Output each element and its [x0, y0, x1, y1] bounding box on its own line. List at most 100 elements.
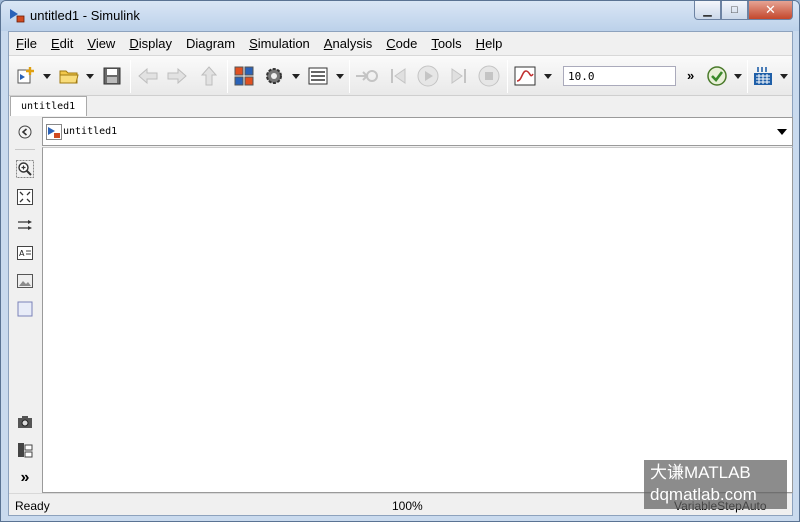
client-area: File Edit View Display Diagram Simulatio… — [8, 31, 793, 516]
model-advisor-dropdown[interactable] — [734, 74, 742, 79]
maximize-icon: □ — [731, 4, 738, 16]
open-dropdown[interactable] — [86, 74, 94, 79]
annotation-icon: A — [17, 246, 33, 260]
arrow-left-icon — [138, 68, 158, 84]
model-explorer-dropdown[interactable] — [336, 74, 344, 79]
model-config-dropdown[interactable] — [292, 74, 300, 79]
address-dropdown-icon[interactable] — [777, 129, 787, 135]
arrow-up-icon — [201, 66, 217, 86]
menu-file[interactable]: File — [16, 36, 37, 51]
area-box-icon — [17, 301, 33, 317]
menu-diagram[interactable]: Diagram — [186, 36, 235, 51]
image-icon — [17, 274, 33, 288]
watermark: 大谦MATLAB dqmatlab.com — [644, 460, 787, 509]
stop-button[interactable] — [478, 65, 500, 87]
build-dropdown[interactable] — [780, 74, 788, 79]
menu-bar: File Edit View Display Diagram Simulatio… — [9, 32, 792, 54]
minimize-button[interactable]: ▁ — [694, 1, 721, 20]
toolbar-separator — [507, 60, 508, 93]
menu-tools[interactable]: Tools — [431, 36, 461, 51]
model-browser-button[interactable] — [16, 441, 34, 459]
watermark-line1: 大谦MATLAB — [650, 463, 751, 482]
image-button[interactable] — [16, 272, 34, 290]
maximize-button[interactable]: □ — [721, 1, 748, 20]
menu-help[interactable]: Help — [476, 36, 503, 51]
list-view-icon — [308, 67, 328, 85]
model-tab-strip: untitled1 — [9, 96, 792, 116]
new-model-dropdown[interactable] — [43, 74, 51, 79]
route-arrows-icon — [18, 220, 32, 230]
run-button[interactable] — [417, 65, 439, 87]
stop-time-field[interactable]: 10.0 — [563, 66, 676, 86]
model-advisor-button[interactable] — [706, 65, 728, 87]
menu-code[interactable]: Code — [386, 36, 417, 51]
status-text: Ready — [15, 499, 50, 513]
expand-sidebar-button[interactable]: » — [16, 469, 34, 487]
address-bar[interactable]: untitled1 — [42, 117, 793, 146]
minimize-icon: ▁ — [703, 4, 712, 17]
toolbar-separator — [130, 60, 131, 93]
check-circle-icon — [707, 66, 727, 86]
toolbar: 10.0 » — [9, 55, 792, 96]
back-button[interactable] — [137, 65, 159, 87]
build-grid-icon — [754, 67, 772, 85]
step-back-button[interactable] — [388, 65, 410, 87]
menu-simulation[interactable]: Simulation — [249, 36, 310, 51]
menu-display[interactable]: Display — [129, 36, 172, 51]
build-button[interactable] — [752, 65, 774, 87]
hide-explorer-button[interactable] — [16, 123, 34, 141]
camera-icon — [18, 416, 32, 428]
watermark-line2: dqmatlab.com — [650, 485, 757, 504]
simulink-window: untitled1 - Simulink ▁ □ ✕ File Edit Vie… — [0, 0, 800, 522]
window-title: untitled1 - Simulink — [30, 8, 140, 23]
simulation-data-inspector-dropdown[interactable] — [544, 74, 552, 79]
address-path: untitled1 — [63, 126, 118, 137]
zoom-button[interactable] — [16, 160, 34, 178]
fit-to-view-button[interactable] — [16, 188, 34, 206]
library-browser-button[interactable] — [233, 65, 255, 87]
library-browser-icon — [234, 66, 254, 86]
simulation-data-inspector-button[interactable] — [513, 65, 537, 87]
menu-edit[interactable]: Edit — [51, 36, 73, 51]
play-icon — [417, 65, 439, 87]
collapse-left-icon — [18, 125, 32, 139]
save-button[interactable] — [101, 65, 123, 87]
signal-plot-icon — [514, 66, 536, 86]
model-browser-icon — [18, 443, 33, 458]
annotation-button[interactable]: A — [16, 244, 34, 262]
forward-button[interactable] — [166, 65, 188, 87]
model-icon — [46, 124, 62, 140]
toolbar-overflow-button[interactable]: » — [687, 68, 694, 83]
folder-icon — [59, 70, 79, 84]
double-chevron-right-icon: » — [20, 469, 30, 486]
model-explorer-button[interactable] — [307, 65, 329, 87]
zoom-level: 100% — [392, 499, 423, 513]
sidebar-divider — [15, 149, 35, 150]
toolbar-separator — [349, 60, 350, 93]
loop-arrow-icon — [356, 70, 378, 82]
toolbar-separator — [747, 60, 748, 93]
new-model-button[interactable] — [15, 65, 37, 87]
zoom-in-icon — [16, 160, 34, 178]
new-model-icon — [17, 67, 34, 84]
step-back-config-button[interactable] — [354, 65, 380, 87]
gear-icon — [266, 68, 282, 84]
area-button[interactable] — [16, 300, 34, 318]
step-forward-button[interactable] — [447, 65, 469, 87]
palette-sidebar: A » — [9, 117, 41, 493]
svg-text:A: A — [19, 249, 25, 258]
close-button[interactable]: ✕ — [748, 1, 793, 20]
fit-to-view-icon — [17, 189, 33, 205]
menu-view[interactable]: View — [87, 36, 115, 51]
arrow-right-icon — [167, 68, 187, 84]
tab-untitled1[interactable]: untitled1 — [10, 96, 87, 116]
open-button[interactable] — [58, 65, 80, 87]
model-canvas[interactable] — [42, 147, 793, 493]
menu-analysis[interactable]: Analysis — [324, 36, 372, 51]
title-bar[interactable]: untitled1 - Simulink ▁ □ ✕ — [1, 1, 799, 31]
route-lines-button[interactable] — [16, 216, 34, 234]
snapshot-button[interactable] — [16, 413, 34, 431]
close-icon: ✕ — [765, 2, 776, 17]
model-config-button[interactable] — [263, 65, 285, 87]
up-button[interactable] — [198, 65, 220, 87]
